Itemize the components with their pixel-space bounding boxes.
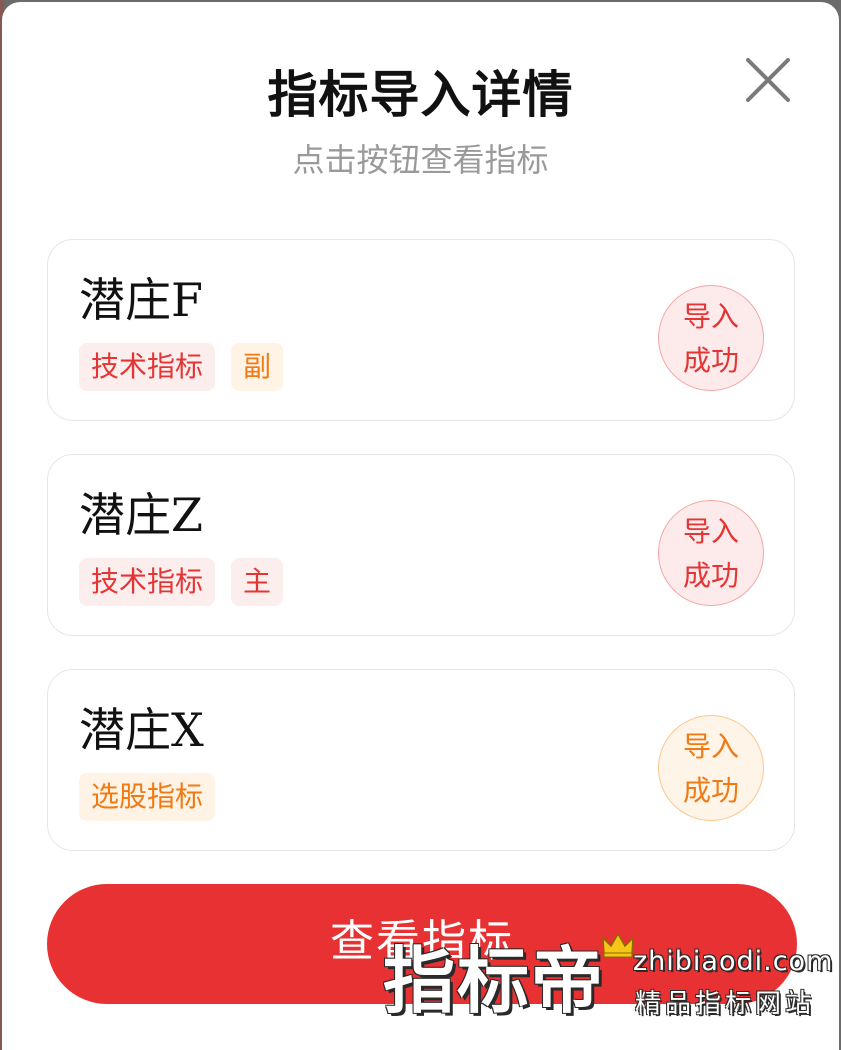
indicator-chart-tag: 副 xyxy=(231,343,284,391)
indicator-chart-tag: 主 xyxy=(231,558,284,606)
dialog-title: 指标导入详情 xyxy=(267,66,574,124)
dialog-subtitle: 点击按钮查看指标 xyxy=(292,141,549,179)
indicator-type-tag: 技术指标 xyxy=(79,558,216,606)
indicator-tags: 技术指标 主 xyxy=(79,558,284,606)
indicator-name: 潜庄Z xyxy=(79,488,203,542)
status-line2: 成功 xyxy=(682,559,739,592)
view-indicators-button[interactable]: 查看指标 xyxy=(47,884,797,1004)
indicator-card: 潜庄Z 技术指标 主 导入 成功 xyxy=(47,454,795,636)
indicator-type-tag: 选股指标 xyxy=(79,773,216,821)
indicator-name: 潜庄F xyxy=(79,273,203,327)
indicator-name: 潜庄X xyxy=(79,703,204,757)
indicator-card: 潜庄X 选股指标 导入 成功 xyxy=(47,669,795,851)
indicator-type-tag: 技术指标 xyxy=(79,343,216,391)
import-details-dialog: 指标导入详情 点击按钮查看指标 潜庄F 技术指标 副 导入 成功 潜庄Z 技术指… xyxy=(2,2,839,1050)
import-status-badge: 导入 成功 xyxy=(658,715,764,821)
import-status-badge: 导入 成功 xyxy=(658,500,764,606)
status-line1: 导入 xyxy=(682,515,739,548)
import-status-badge: 导入 成功 xyxy=(658,285,764,391)
indicator-tags: 选股指标 xyxy=(79,773,216,821)
status-line1: 导入 xyxy=(682,730,739,763)
status-line2: 成功 xyxy=(682,344,739,377)
indicator-card: 潜庄F 技术指标 副 导入 成功 xyxy=(47,239,795,421)
status-line1: 导入 xyxy=(682,300,739,333)
indicator-tags: 技术指标 副 xyxy=(79,343,284,391)
status-line2: 成功 xyxy=(682,774,739,807)
